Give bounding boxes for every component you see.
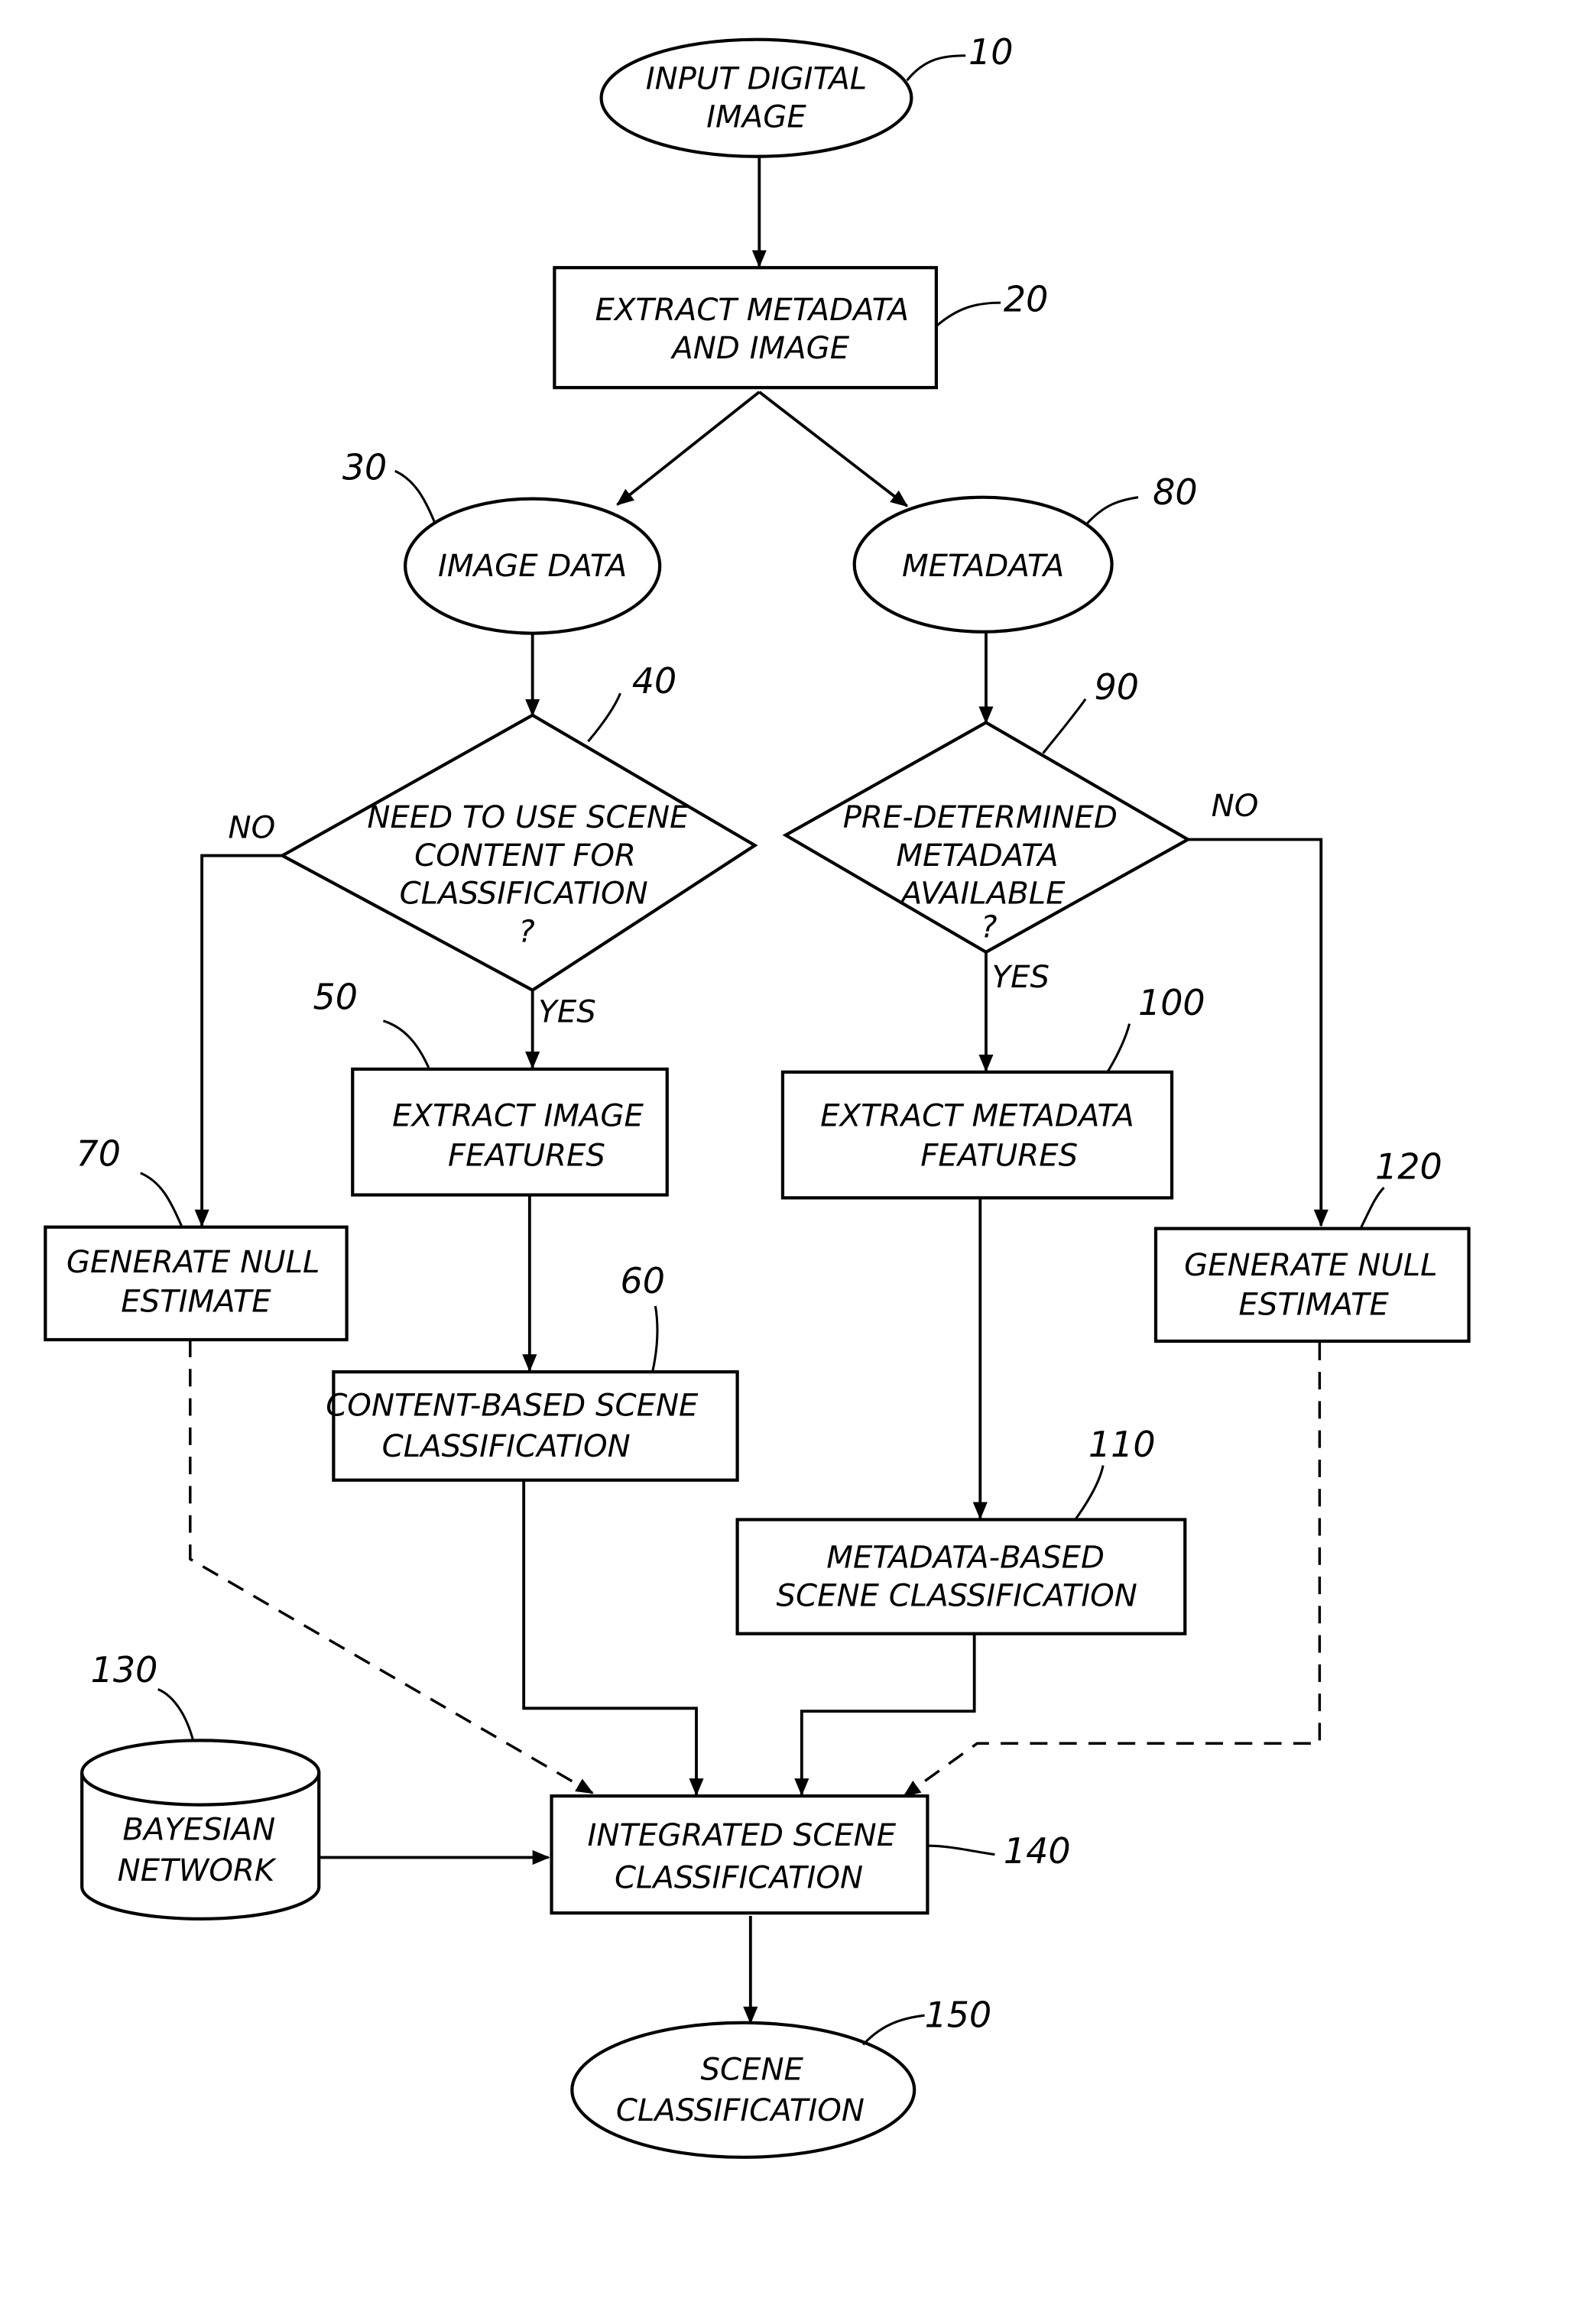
node-image-data: IMAGE DATA 30 bbox=[342, 447, 662, 635]
node-label-line: IMAGE DATA bbox=[438, 549, 627, 584]
edge-110-140 bbox=[794, 1633, 976, 1797]
node-label-line: CLASSIFICATION bbox=[615, 1861, 863, 1896]
ref-number: 110 bbox=[1088, 1424, 1156, 1465]
ref-number: 90 bbox=[1095, 666, 1139, 708]
flowchart: NO YES NO YES INPUT DIGITAL IMAGE 10 EXT… bbox=[44, 31, 1471, 2159]
node-label-line: METADATA-BASED bbox=[826, 1541, 1105, 1576]
node-extract-metadata-and-image: EXTRACT METADATA AND IMAGE 20 bbox=[553, 266, 1048, 390]
ref-number: 150 bbox=[925, 1995, 992, 2036]
node-generate-null-estimate-right: GENERATE NULL ESTIMATE 120 bbox=[1153, 1146, 1471, 1344]
node-label-line: AVAILABLE bbox=[899, 877, 1066, 912]
node-label-line: NETWORK bbox=[118, 1853, 277, 1888]
node-label-line: FEATURES bbox=[920, 1138, 1078, 1173]
node-label-line: CLASSIFICATION bbox=[400, 877, 648, 912]
node-label-line: INPUT DIGITAL bbox=[646, 62, 867, 97]
node-label-line: CONTENT-BASED SCENE bbox=[326, 1389, 699, 1424]
node-label-line: CLASSIFICATION bbox=[616, 2093, 865, 2128]
node-label-line: IMAGE bbox=[706, 100, 806, 135]
node-label-line: ESTIMATE bbox=[1238, 1287, 1389, 1322]
node-metadata: METADATA 80 bbox=[852, 472, 1198, 634]
node-label-line: EXTRACT METADATA bbox=[820, 1099, 1134, 1134]
no-label-40: NO bbox=[229, 811, 276, 846]
node-label-line: ESTIMATE bbox=[121, 1285, 271, 1320]
node-label-line: INTEGRATED SCENE bbox=[588, 1818, 897, 1853]
node-label-line: SCENE CLASSIFICATION bbox=[777, 1578, 1137, 1613]
edge-40-70-no bbox=[194, 854, 283, 1227]
node-label-line: METADATA bbox=[896, 838, 1058, 874]
decision-need-scene-content: NEED TO USE SCENE CONTENT FOR CLASSIFICA… bbox=[279, 660, 758, 993]
node-input-digital-image: INPUT DIGITAL IMAGE 10 bbox=[599, 31, 1013, 158]
edge-60-140 bbox=[522, 1481, 704, 1797]
ref-number: 80 bbox=[1153, 472, 1197, 513]
node-extract-image-features: EXTRACT IMAGE FEATURES 50 bbox=[313, 977, 669, 1197]
ref-number: 100 bbox=[1138, 982, 1205, 1023]
node-metadata-based-scene-classification: METADATA-BASED SCENE CLASSIFICATION 110 bbox=[735, 1424, 1187, 1635]
node-label-line: BAYESIAN bbox=[122, 1813, 275, 1848]
edge-90-120-no bbox=[1188, 838, 1329, 1227]
node-bayesian-network: BAYESIAN NETWORK 130 bbox=[80, 1649, 321, 1920]
ref-number: 130 bbox=[91, 1649, 158, 1690]
ref-number: 30 bbox=[342, 447, 387, 488]
ref-number: 20 bbox=[1004, 279, 1048, 320]
node-label-line: AND IMAGE bbox=[670, 331, 849, 366]
node-label-line: SCENE bbox=[701, 2052, 804, 2087]
node-label-line: ? bbox=[981, 910, 997, 945]
edge-20-30 bbox=[616, 391, 761, 506]
node-label-line: GENERATE NULL bbox=[1184, 1248, 1437, 1283]
node-extract-metadata-features: EXTRACT METADATA FEATURES 100 bbox=[780, 982, 1205, 1200]
node-content-based-scene-classification: CONTENT-BASED SCENE CLASSIFICATION 60 bbox=[326, 1260, 739, 1482]
node-integrated-scene-classification: INTEGRATED SCENE CLASSIFICATION 140 bbox=[550, 1794, 1071, 1915]
node-label-line: ? bbox=[518, 914, 534, 949]
node-label-line: EXTRACT METADATA bbox=[595, 293, 909, 328]
node-label-line: GENERATE NULL bbox=[67, 1245, 320, 1280]
edge-20-80 bbox=[758, 391, 909, 507]
ref-number: 120 bbox=[1375, 1146, 1442, 1188]
node-label-line: METADATA bbox=[902, 549, 1064, 584]
node-generate-null-estimate-left: GENERATE NULL ESTIMATE 70 bbox=[44, 1133, 349, 1342]
ref-number: 10 bbox=[968, 31, 1013, 73]
ref-number: 140 bbox=[1004, 1830, 1071, 1872]
ref-number: 60 bbox=[620, 1260, 664, 1301]
node-label-line: FEATURES bbox=[448, 1138, 605, 1173]
node-label-line: CLASSIFICATION bbox=[382, 1429, 631, 1464]
node-scene-classification: SCENE CLASSIFICATION 150 bbox=[570, 1995, 992, 2159]
ref-number: 40 bbox=[632, 660, 676, 702]
node-label-line: CONTENT FOR bbox=[414, 838, 636, 874]
node-label-line: EXTRACT IMAGE bbox=[392, 1099, 644, 1134]
no-label-90: NO bbox=[1212, 789, 1259, 824]
ref-number: 50 bbox=[313, 977, 358, 1018]
yes-label-40: YES bbox=[538, 995, 595, 1030]
node-label-line: PRE-DETERMINED bbox=[843, 800, 1118, 835]
yes-label-90: YES bbox=[992, 960, 1050, 995]
node-label-line: NEED TO USE SCENE bbox=[367, 800, 689, 835]
ref-number: 70 bbox=[76, 1133, 121, 1174]
